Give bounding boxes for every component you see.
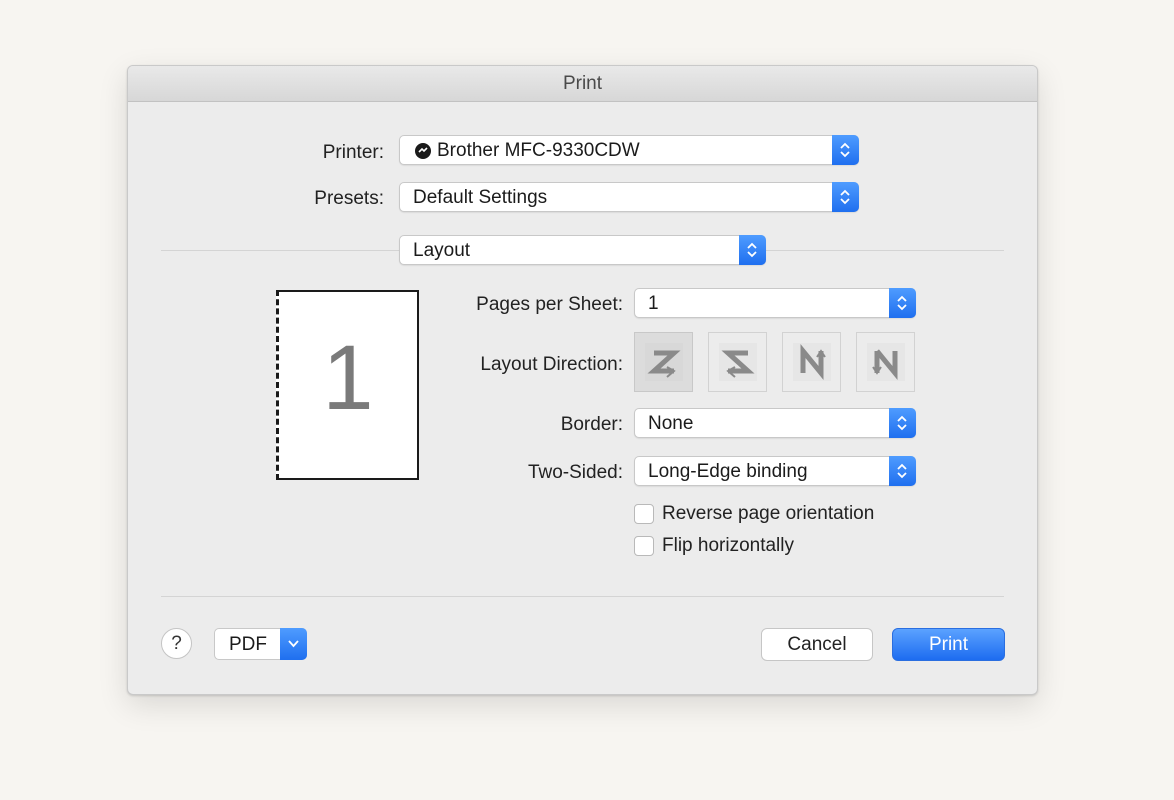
- help-button[interactable]: ?: [161, 628, 192, 659]
- printer-status-icon: [415, 143, 431, 159]
- border-stepper-icon: [889, 408, 916, 438]
- presets-value: Default Settings: [413, 187, 548, 208]
- page-preview: 1: [276, 290, 419, 480]
- section-value: Layout: [413, 240, 471, 261]
- bottom-separator: [161, 596, 1004, 597]
- cancel-button[interactable]: Cancel: [761, 628, 873, 661]
- pdf-menu-button[interactable]: PDF: [214, 628, 307, 660]
- pages-per-sheet-value: 1: [648, 293, 659, 314]
- layout-direction-label: Layout Direction:: [480, 354, 623, 375]
- chevron-down-icon: [280, 628, 307, 660]
- layout-direction-z-rtl[interactable]: [708, 332, 767, 392]
- two-sided-stepper-icon: [889, 456, 916, 486]
- border-value: None: [648, 413, 694, 434]
- layout-direction-n-right[interactable]: [856, 332, 915, 392]
- printer-stepper-icon: [832, 135, 859, 165]
- border-label: Border:: [560, 414, 623, 435]
- section-stepper-icon: [739, 235, 766, 265]
- section-select[interactable]: Layout: [399, 235, 766, 265]
- border-select[interactable]: None: [634, 408, 916, 438]
- printer-select[interactable]: Brother MFC-9330CDW: [399, 135, 859, 165]
- printer-value: Brother MFC-9330CDW: [437, 140, 640, 161]
- reverse-orientation-label: Reverse page orientation: [662, 503, 875, 524]
- layout-direction-z-ltr[interactable]: [634, 332, 693, 392]
- pdf-label: PDF: [229, 634, 267, 655]
- dialog-title: Print: [128, 66, 1037, 102]
- two-sided-label: Two-Sided:: [527, 462, 623, 483]
- reverse-z-direction-icon: [719, 343, 757, 381]
- layout-direction-n-left[interactable]: [782, 332, 841, 392]
- presets-stepper-icon: [832, 182, 859, 212]
- print-dialog: Print Printer: Brother MFC-9330CDW Prese…: [127, 65, 1038, 695]
- presets-label: Presets:: [314, 188, 384, 209]
- flip-horizontally-label: Flip horizontally: [662, 535, 794, 556]
- presets-select[interactable]: Default Settings: [399, 182, 859, 212]
- pages-per-sheet-stepper-icon: [889, 288, 916, 318]
- two-sided-select[interactable]: Long-Edge binding: [634, 456, 916, 486]
- two-sided-value: Long-Edge binding: [648, 461, 808, 482]
- print-button[interactable]: Print: [892, 628, 1005, 661]
- pages-per-sheet-select[interactable]: 1: [634, 288, 916, 318]
- z-direction-icon: [645, 343, 683, 381]
- preview-page-number: 1: [322, 327, 374, 429]
- flip-horizontally-checkbox[interactable]: [634, 536, 654, 556]
- reverse-orientation-checkbox[interactable]: [634, 504, 654, 524]
- printer-label: Printer:: [322, 142, 384, 163]
- pages-per-sheet-label: Pages per Sheet:: [476, 294, 623, 315]
- n-direction-icon: [793, 343, 831, 381]
- reverse-n-direction-icon: [867, 343, 905, 381]
